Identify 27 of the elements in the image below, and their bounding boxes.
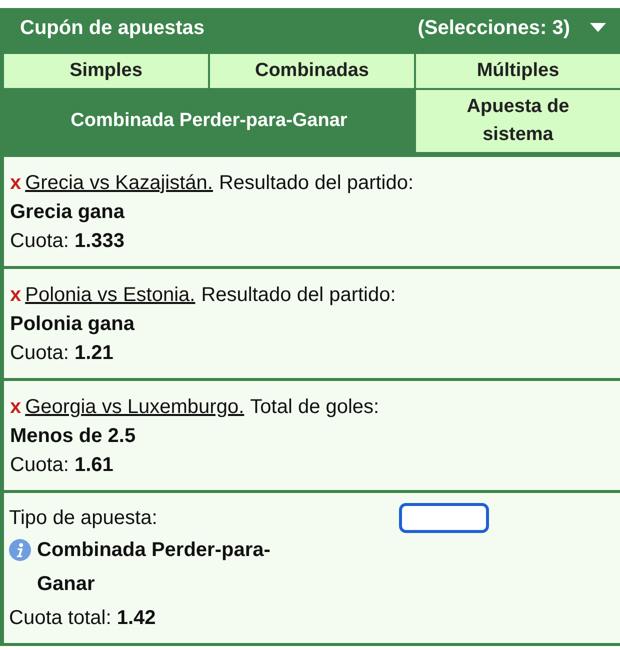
remove-icon[interactable]: x <box>10 284 22 306</box>
selection-count: (Selecciones: 3) <box>418 16 570 40</box>
tab[interactable]: Múltiples <box>416 54 620 88</box>
pick-label: Grecia gana <box>10 200 126 225</box>
pick-label: Polonia gana <box>10 312 136 337</box>
odds-text: Cuota: 1.61 <box>10 453 114 478</box>
market-label: Total de goles: <box>250 396 380 418</box>
info-icon[interactable] <box>9 539 31 561</box>
bet-type-name: Combinada Perder-para-Ganar <box>37 538 272 597</box>
tab[interactable]: Simples <box>4 54 208 88</box>
slip-title: Cupón de apuestas <box>20 16 206 40</box>
match-link[interactable]: Georgia vs Luxemburgo. <box>25 396 244 418</box>
remove-icon[interactable]: x <box>10 396 22 418</box>
remove-icon[interactable]: x <box>10 172 22 194</box>
match-link[interactable]: Grecia vs Kazajistán. <box>25 172 213 194</box>
total-odds-text: Cuota total: 1.42 <box>9 606 157 631</box>
pick-label: Menos de 2.5 <box>10 424 137 449</box>
match-link[interactable]: Polonia vs Estonia. <box>25 284 196 306</box>
caret-icon[interactable] <box>590 23 606 33</box>
bet-type-label: Tipo de apuesta: <box>9 506 158 531</box>
market-label: Resultado del partido: <box>218 172 414 194</box>
odds-text: Cuota: 1.21 <box>10 341 114 366</box>
tab[interactable]: Combinadas <box>210 54 414 88</box>
stake-input-field[interactable] <box>399 503 489 533</box>
market-label: Resultado del partido: <box>201 284 396 306</box>
odds-text: Cuota: 1.333 <box>10 229 126 254</box>
tab[interactable]: Apuesta de sistema <box>416 90 620 152</box>
